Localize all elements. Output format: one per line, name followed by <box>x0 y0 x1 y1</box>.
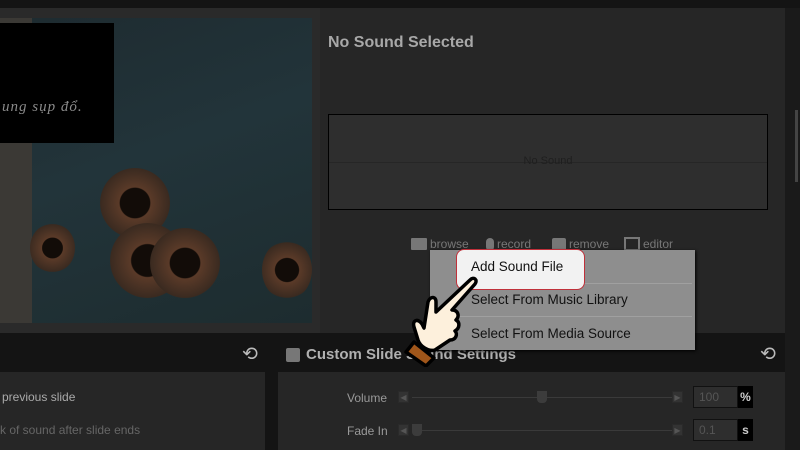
slider-thumb[interactable] <box>412 424 422 436</box>
fade-in-value[interactable]: 0.1 <box>693 419 738 441</box>
menu-item-media-source[interactable]: Select From Media Source <box>471 326 631 341</box>
top-bar <box>0 0 800 8</box>
slide-caption-text: ung sụp đổ. <box>2 99 83 115</box>
sound-title: No Sound Selected <box>328 34 474 51</box>
sunflower <box>150 228 220 298</box>
folder-icon <box>411 238 427 250</box>
slider-right-arrow-icon[interactable]: ▶ <box>672 424 683 436</box>
left-settings-panel: previous slide k of sound after slide en… <box>0 372 265 450</box>
previous-slide-option[interactable]: previous slide <box>2 390 75 404</box>
menu-separator <box>456 316 692 317</box>
volume-label: Volume <box>347 391 388 405</box>
slider-right-arrow-icon[interactable]: ▶ <box>672 391 683 403</box>
pointing-hand-cursor-icon <box>404 276 478 367</box>
scrollbar-thumb[interactable] <box>795 110 798 182</box>
fade-in-label: Fade In <box>347 424 388 438</box>
scrollbar[interactable] <box>785 8 800 450</box>
slider-track <box>412 430 672 431</box>
sound-after-slide-option[interactable]: k of sound after slide ends <box>0 423 140 437</box>
slider-left-arrow-icon[interactable]: ◀ <box>398 424 409 436</box>
volume-value[interactable]: 100 <box>693 386 738 408</box>
fade-in-input[interactable]: 0.1 s <box>693 419 753 441</box>
waveform-display: No Sound <box>328 114 768 210</box>
custom-sound-checkbox[interactable] <box>286 348 300 362</box>
volume-slider[interactable]: ◀ ▶ <box>398 391 686 403</box>
editor-icon <box>624 237 640 251</box>
slide-preview[interactable]: ung sụp đổ. <box>0 18 312 323</box>
volume-unit: % <box>740 390 751 404</box>
editor-button[interactable]: editor <box>624 237 673 251</box>
waveform-empty-text: No Sound <box>523 155 573 167</box>
slider-thumb[interactable] <box>537 391 547 403</box>
slider-left-arrow-icon[interactable]: ◀ <box>398 391 409 403</box>
menu-item-music-library[interactable]: Select From Music Library <box>471 292 628 307</box>
fade-in-slider[interactable]: ◀ ▶ <box>398 424 686 436</box>
reset-icon[interactable]: ⟲ <box>240 345 260 365</box>
editor-label: editor <box>643 237 674 251</box>
sunflower <box>262 240 312 300</box>
volume-input[interactable]: 100% <box>693 386 753 408</box>
sunflower <box>30 223 75 273</box>
fade-in-unit: s <box>742 423 749 437</box>
reset-icon[interactable]: ⟲ <box>758 345 778 365</box>
add-sound-file-label: Add Sound File <box>471 259 564 274</box>
slide-caption-box: ung sụp đổ. <box>0 23 114 143</box>
